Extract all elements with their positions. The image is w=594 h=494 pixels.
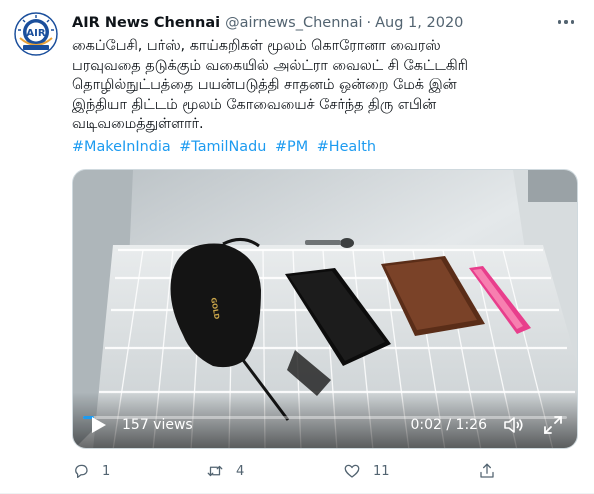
tweet-text-line: கைப்பேசி, பர்ஸ், காய்கறிகள் மூலம் கொரோனா… xyxy=(72,38,441,54)
hashtag-link[interactable]: #TamilNadu xyxy=(179,139,266,155)
play-icon[interactable] xyxy=(89,416,107,434)
retweet-button[interactable]: 4 xyxy=(206,460,244,482)
more-options-icon[interactable] xyxy=(558,17,578,27)
heart-icon xyxy=(344,464,360,478)
display-name[interactable]: AIR News Chennai xyxy=(72,15,220,31)
tweet-text-line: வடிவமைத்துள்ளார். xyxy=(72,116,204,132)
retweet-icon xyxy=(207,465,223,477)
reply-count: 1 xyxy=(102,463,111,479)
tweet-header: AIR News Chennai @airnews_Chennai · Aug … xyxy=(72,13,554,33)
retweet-count: 4 xyxy=(236,463,245,479)
hashtag-link[interactable]: #Health xyxy=(317,139,376,155)
share-icon xyxy=(480,463,494,478)
volume-icon[interactable] xyxy=(503,415,525,435)
separator-dot: · xyxy=(366,15,372,31)
air-logo-icon: AIR xyxy=(14,12,58,56)
fullscreen-icon[interactable] xyxy=(543,415,563,435)
like-button[interactable]: 11 xyxy=(343,460,390,482)
view-count: 157 views xyxy=(122,417,193,433)
reply-button[interactable]: 1 xyxy=(72,460,110,482)
video-player[interactable]: GOLD 157 views 0:02 / 1:26 xyxy=(72,169,578,449)
hashtag-link[interactable]: #MakeInIndia xyxy=(72,139,171,155)
hashtag-link[interactable]: #PM xyxy=(275,139,308,155)
tweet-text-line: இந்தியா திட்டம் மூலம் கோவையைச் சேர்ந்த த… xyxy=(72,96,437,113)
tweet-date[interactable]: Aug 1, 2020 xyxy=(375,15,463,31)
tweet-card[interactable]: AIR AIR News Chennai @airnews_Chennai · … xyxy=(0,0,594,494)
video-controls: 157 views 0:02 / 1:26 xyxy=(73,392,577,448)
avatar[interactable]: AIR xyxy=(14,12,58,56)
tweet-text: கைப்பேசி, பர்ஸ், காய்கறிகள் மூலம் கொரோனா… xyxy=(72,37,578,135)
tweet-actions: 1 4 11 xyxy=(72,460,512,482)
share-button[interactable] xyxy=(478,460,508,482)
tweet-text-line: பரவுவதை தடுக்கும் வகையில் அல்ட்ரா வைலட் … xyxy=(72,57,469,74)
user-handle[interactable]: @airnews_Chennai xyxy=(225,15,362,31)
reply-icon xyxy=(75,464,88,479)
tweet-text-line: தொழில்நுட்பத்தை பயன்படுத்தி சாதனம் ஒன்றை… xyxy=(72,77,457,93)
like-count: 11 xyxy=(373,463,390,479)
hashtag-list: #MakeInIndia #TamilNadu #PM #Health xyxy=(72,138,380,157)
svg-text:AIR: AIR xyxy=(26,28,45,39)
video-time: 0:02 / 1:26 xyxy=(410,417,488,433)
